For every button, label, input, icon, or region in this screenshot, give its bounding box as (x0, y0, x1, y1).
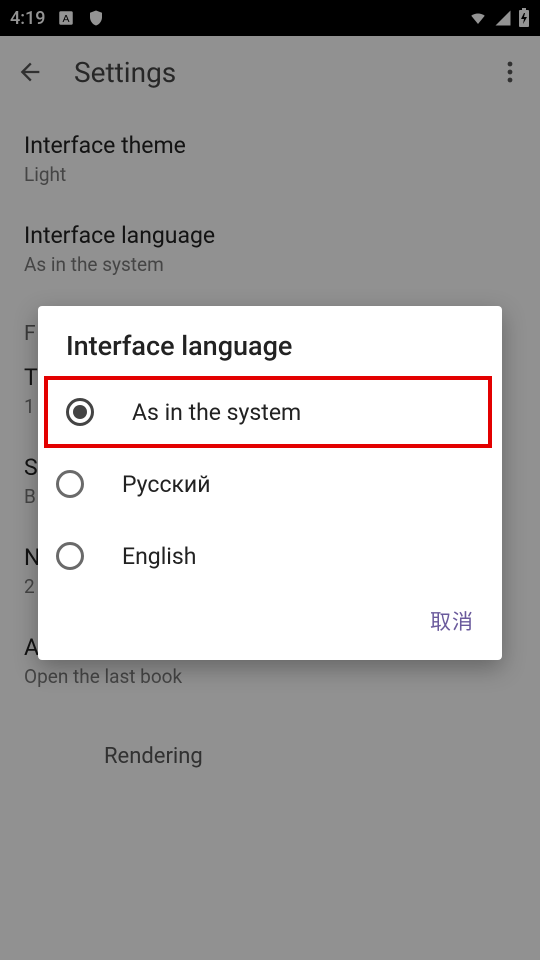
radio-unselected-icon (56, 470, 84, 498)
language-option-russian[interactable]: Русский (38, 448, 502, 520)
dialog-title: Interface language (38, 306, 502, 376)
language-option-label: As in the system (132, 399, 301, 426)
dialog-actions: 取消 (38, 592, 502, 654)
language-option-label: Русский (122, 471, 210, 498)
radio-selected-icon (66, 398, 94, 426)
language-option-english[interactable]: English (38, 520, 502, 592)
radio-unselected-icon (56, 542, 84, 570)
cancel-button[interactable]: 取消 (430, 606, 474, 636)
language-option-system[interactable]: As in the system (44, 376, 492, 448)
language-option-label: English (122, 543, 196, 570)
language-dialog: Interface language As in the system Русс… (38, 306, 502, 660)
